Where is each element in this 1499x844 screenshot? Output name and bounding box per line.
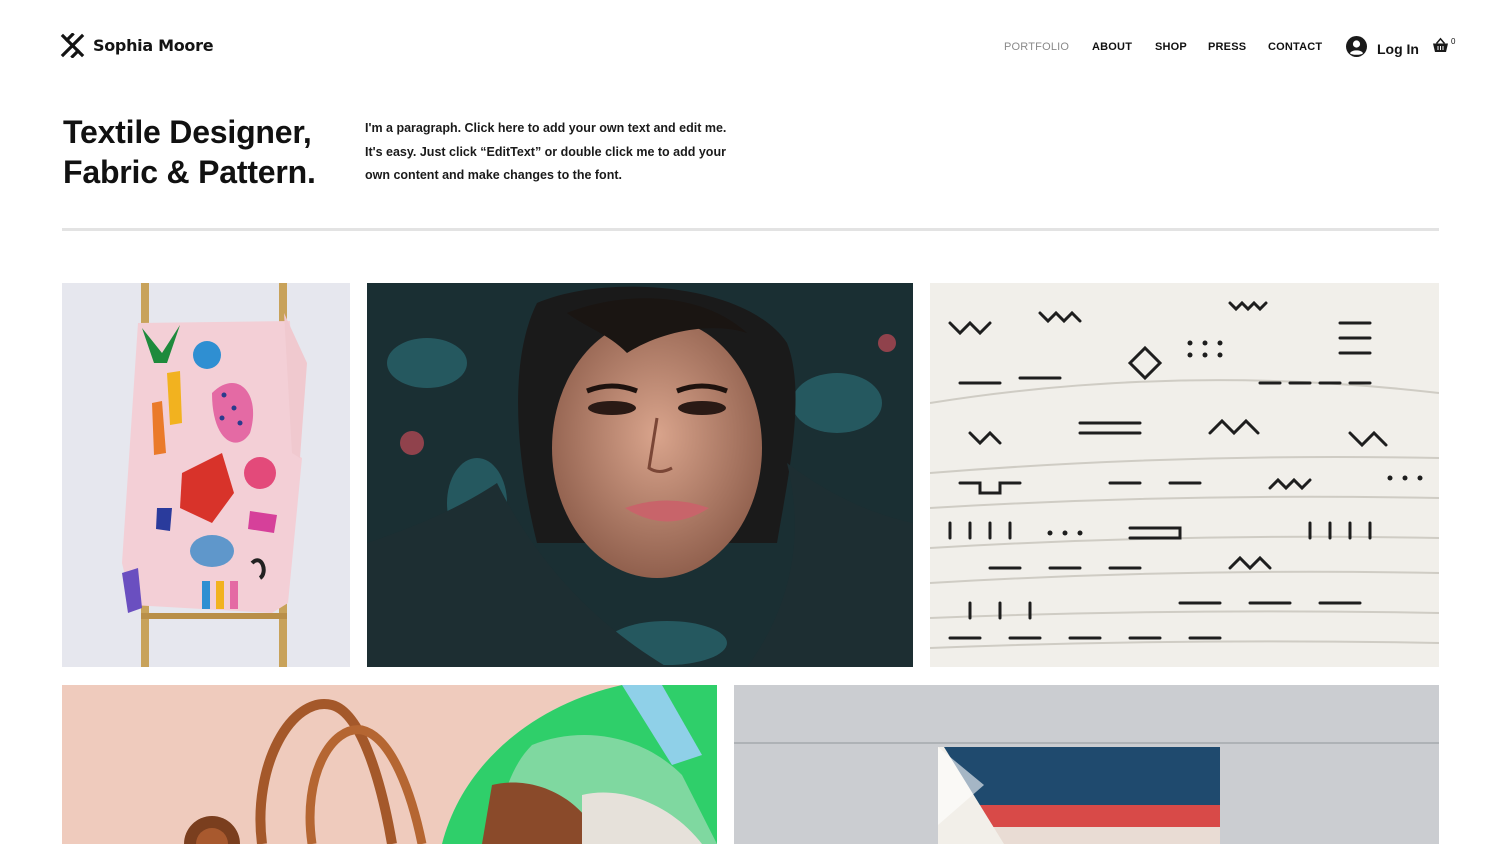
- gallery-image-striped-towel[interactable]: [734, 685, 1439, 844]
- headline-line-2: Fabric & Pattern.: [63, 154, 316, 190]
- page-headline: Textile Designer, Fabric & Pattern.: [63, 112, 316, 192]
- nav-contact[interactable]: CONTACT: [1268, 41, 1322, 53]
- user-avatar-icon: [1346, 36, 1367, 62]
- site-logo[interactable]: Sophia Moore: [60, 33, 214, 58]
- headline-line-1: Textile Designer,: [63, 114, 312, 150]
- nav-portfolio[interactable]: PORTFOLIO: [1004, 41, 1069, 53]
- section-divider: [62, 228, 1439, 231]
- cart-button[interactable]: [1432, 37, 1449, 59]
- cart-count-badge: 0: [1451, 37, 1456, 46]
- gallery-image-mudcloth-stack[interactable]: [930, 283, 1439, 667]
- gallery-image-tote-and-scarf[interactable]: [62, 685, 717, 844]
- site-name: Sophia Moore: [93, 36, 214, 55]
- nav-press[interactable]: PRESS: [1208, 41, 1246, 53]
- cross-x-icon: [60, 33, 85, 58]
- gallery-image-floral-hood-portrait[interactable]: [367, 283, 913, 667]
- login-label: Log In: [1377, 41, 1419, 57]
- intro-paragraph[interactable]: I'm a paragraph. Click here to add your …: [365, 117, 735, 188]
- login-button[interactable]: Log In: [1346, 36, 1419, 62]
- nav-shop[interactable]: SHOP: [1155, 41, 1187, 53]
- nav-about[interactable]: ABOUT: [1092, 41, 1132, 53]
- gallery-image-painted-textile[interactable]: [62, 283, 350, 667]
- shopping-basket-icon: [1432, 37, 1449, 58]
